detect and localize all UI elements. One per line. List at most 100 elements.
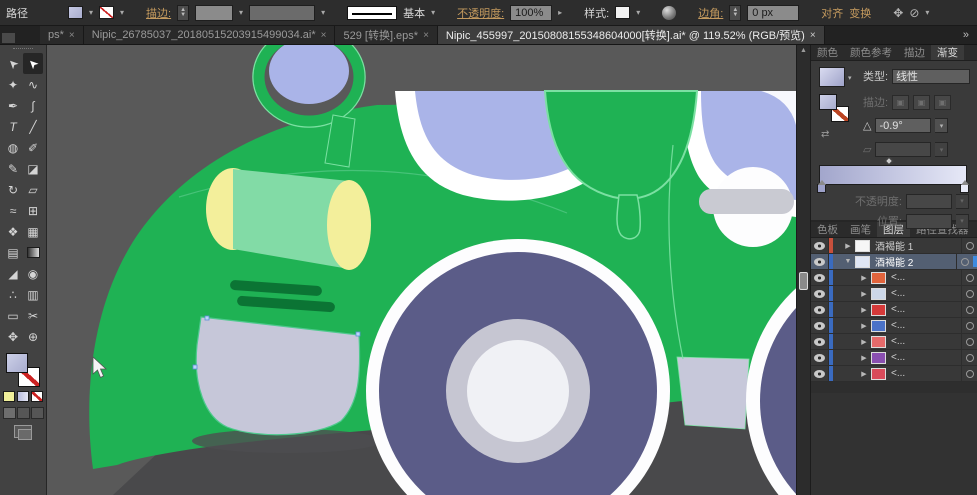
gradient-fill-swatch[interactable] bbox=[819, 94, 837, 110]
tab-color-guide[interactable]: 颜色参考 bbox=[844, 45, 898, 60]
chevron-down-icon[interactable]: ▾ bbox=[935, 118, 948, 133]
visibility-toggle[interactable] bbox=[811, 334, 829, 349]
tool-rotate[interactable]: ↻ bbox=[3, 179, 23, 200]
scroll-up-icon[interactable]: ▲ bbox=[797, 47, 810, 54]
close-icon[interactable]: × bbox=[423, 30, 429, 41]
tool-free-transform[interactable]: ⊞ bbox=[23, 200, 43, 221]
layer-name[interactable]: <... bbox=[891, 304, 961, 315]
tool-artboard[interactable]: ▭ bbox=[3, 305, 23, 326]
corner-stepper[interactable]: ▲▼ bbox=[729, 5, 741, 21]
expand-arrow-icon[interactable]: ▶ bbox=[857, 322, 871, 330]
tool-paintbrush[interactable]: ✐ bbox=[23, 137, 43, 158]
tool-scale[interactable]: ▱ bbox=[23, 179, 43, 200]
brush-definition-label[interactable]: 基本 bbox=[403, 5, 425, 21]
layer-thumbnail[interactable] bbox=[871, 272, 886, 284]
layer-row-1[interactable]: ▶ 酒褐能 1 bbox=[811, 238, 977, 254]
transform-link[interactable]: 变换 bbox=[849, 5, 871, 21]
canvas-vertical-scrollbar[interactable]: ▲ bbox=[796, 45, 811, 495]
stroke-link[interactable]: 描边: bbox=[146, 5, 171, 21]
fill-stroke-proxy[interactable] bbox=[6, 353, 40, 387]
transform-options-icon[interactable]: ✥ bbox=[893, 6, 903, 20]
doc-tab-1[interactable]: ps*× bbox=[40, 26, 84, 44]
width-profile-dropdown[interactable] bbox=[249, 5, 315, 21]
expand-arrow-icon[interactable]: ▶ bbox=[857, 354, 871, 362]
rocker-panel[interactable] bbox=[677, 357, 749, 429]
draw-normal-icon[interactable] bbox=[3, 407, 16, 419]
stroke-width-stepper[interactable]: ▲▼ bbox=[177, 5, 189, 21]
layer-name[interactable]: <... bbox=[891, 352, 961, 363]
recolor-artwork-icon[interactable] bbox=[662, 6, 676, 20]
chevron-down-icon[interactable]: ▾ bbox=[321, 8, 325, 17]
fill-gradient-swatch[interactable] bbox=[6, 353, 28, 373]
target-circle[interactable] bbox=[956, 254, 972, 269]
corner-field[interactable]: 0 px bbox=[747, 5, 799, 21]
layer-name[interactable]: 酒褐能 2 bbox=[875, 254, 956, 269]
style-swatch[interactable] bbox=[615, 6, 630, 19]
tool-lasso[interactable]: ∿ bbox=[23, 74, 43, 95]
layer-thumbnail[interactable] bbox=[871, 320, 886, 332]
tool-column-graph[interactable]: ▥ bbox=[23, 284, 43, 305]
scrollbar-thumb[interactable] bbox=[799, 272, 808, 290]
chevron-down-icon[interactable]: ▾ bbox=[239, 8, 243, 17]
draw-inside-icon[interactable] bbox=[31, 407, 44, 419]
tab-gradient[interactable]: 渐变 bbox=[931, 45, 964, 60]
gradient-angle-field[interactable]: -0.9° bbox=[875, 118, 931, 133]
close-icon[interactable]: × bbox=[810, 30, 816, 41]
target-circle[interactable] bbox=[961, 366, 977, 381]
stroke-width-field[interactable] bbox=[195, 5, 233, 21]
none-button[interactable] bbox=[31, 391, 43, 402]
expand-arrow-icon[interactable]: ▶ bbox=[857, 338, 871, 346]
tool-symbol-sprayer[interactable]: ∴ bbox=[3, 284, 23, 305]
doc-tab-3[interactable]: 529 [转换].eps*× bbox=[335, 26, 437, 44]
tool-shape-builder[interactable]: ❖ bbox=[3, 221, 23, 242]
layer-name[interactable]: <... bbox=[891, 336, 961, 347]
visibility-toggle[interactable] bbox=[811, 254, 829, 269]
expand-arrow-icon[interactable]: ▶ bbox=[857, 306, 871, 314]
layer-row-2-selected[interactable]: ▼ 酒褐能 2 bbox=[811, 254, 977, 270]
visibility-toggle[interactable] bbox=[811, 366, 829, 381]
arrange-options-icon[interactable]: ⊘ bbox=[909, 6, 919, 20]
align-link[interactable]: 对齐 bbox=[821, 5, 843, 21]
layer-thumbnail[interactable] bbox=[871, 304, 886, 316]
canvas[interactable] bbox=[47, 45, 796, 495]
gradient-slider[interactable] bbox=[819, 165, 967, 185]
layer-name[interactable]: <... bbox=[891, 368, 961, 379]
expand-arrow-icon[interactable]: ▶ bbox=[857, 290, 871, 298]
panel-grip[interactable] bbox=[13, 48, 33, 51]
visibility-toggle[interactable] bbox=[811, 350, 829, 365]
target-circle[interactable] bbox=[961, 286, 977, 301]
corner-link[interactable]: 边角: bbox=[698, 5, 723, 21]
visibility-toggle[interactable] bbox=[811, 238, 829, 253]
gradient-midpoint-marker[interactable] bbox=[885, 157, 893, 165]
brush-stroke-preview[interactable] bbox=[347, 6, 397, 20]
sublayer-row[interactable]: ▶ <... bbox=[811, 286, 977, 302]
tool-type[interactable]: T bbox=[3, 116, 23, 137]
layer-thumbnail[interactable] bbox=[855, 240, 870, 252]
tool-hand[interactable]: ✥ bbox=[3, 326, 23, 347]
tool-selection[interactable]: ➤ bbox=[3, 53, 23, 74]
gradient-type-dropdown[interactable]: 线性 bbox=[892, 69, 970, 84]
sublayer-row[interactable]: ▶ <... bbox=[811, 318, 977, 334]
opacity-link[interactable]: 不透明度: bbox=[457, 5, 504, 21]
sublayer-row[interactable]: ▶ <... bbox=[811, 270, 977, 286]
collapse-arrow-icon[interactable]: ▼ bbox=[841, 258, 855, 265]
chevron-down-icon[interactable]: ▾ bbox=[848, 74, 852, 82]
tool-magic-wand[interactable]: ✦ bbox=[3, 74, 23, 95]
stroke-swatch[interactable] bbox=[99, 6, 114, 19]
front-bumper-selected[interactable] bbox=[193, 316, 360, 435]
tool-mesh[interactable]: ▤ bbox=[3, 242, 23, 263]
visibility-toggle[interactable] bbox=[811, 286, 829, 301]
fill-swatch[interactable] bbox=[68, 6, 83, 19]
visibility-toggle[interactable] bbox=[811, 302, 829, 317]
chevron-right-icon[interactable]: ▸ bbox=[558, 8, 562, 17]
tool-perspective-grid[interactable]: ▦ bbox=[23, 221, 43, 242]
chevron-down-icon[interactable]: ▾ bbox=[431, 8, 435, 17]
color-button[interactable] bbox=[3, 391, 15, 402]
expand-arrow-icon[interactable]: ▶ bbox=[857, 370, 871, 378]
layer-name[interactable]: 酒褐能 1 bbox=[875, 238, 961, 253]
tool-direct-selection[interactable]: ➤ bbox=[23, 53, 43, 74]
target-circle[interactable] bbox=[961, 238, 977, 253]
screen-mode-button[interactable] bbox=[14, 425, 32, 438]
tool-shaper[interactable]: ◍ bbox=[3, 137, 23, 158]
layer-thumbnail[interactable] bbox=[871, 352, 886, 364]
